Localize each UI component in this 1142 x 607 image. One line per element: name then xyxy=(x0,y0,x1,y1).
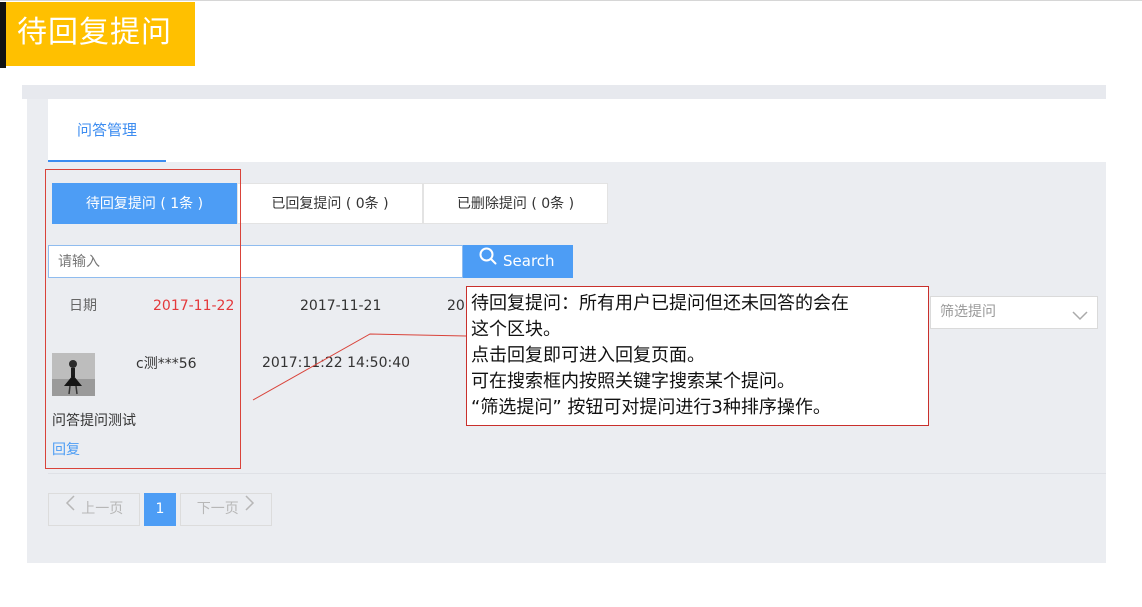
annotation-callout: 待回复提问：所有用户已提问但还未回答的会在 这个区块。 点击回复即可进入回复页面… xyxy=(466,286,929,426)
callout-line: 这个区块。 xyxy=(471,319,561,340)
callout-line: 可在搜索框内按照关键字搜索某个提问。 xyxy=(471,371,795,392)
callout-line: “筛选提问” 按钮可对提问进行3种排序操作。 xyxy=(471,397,831,418)
callout-line: 点击回复即可进入回复页面。 xyxy=(471,345,705,366)
callout-line: 待回复提问：所有用户已提问但还未回答的会在 xyxy=(471,293,849,314)
